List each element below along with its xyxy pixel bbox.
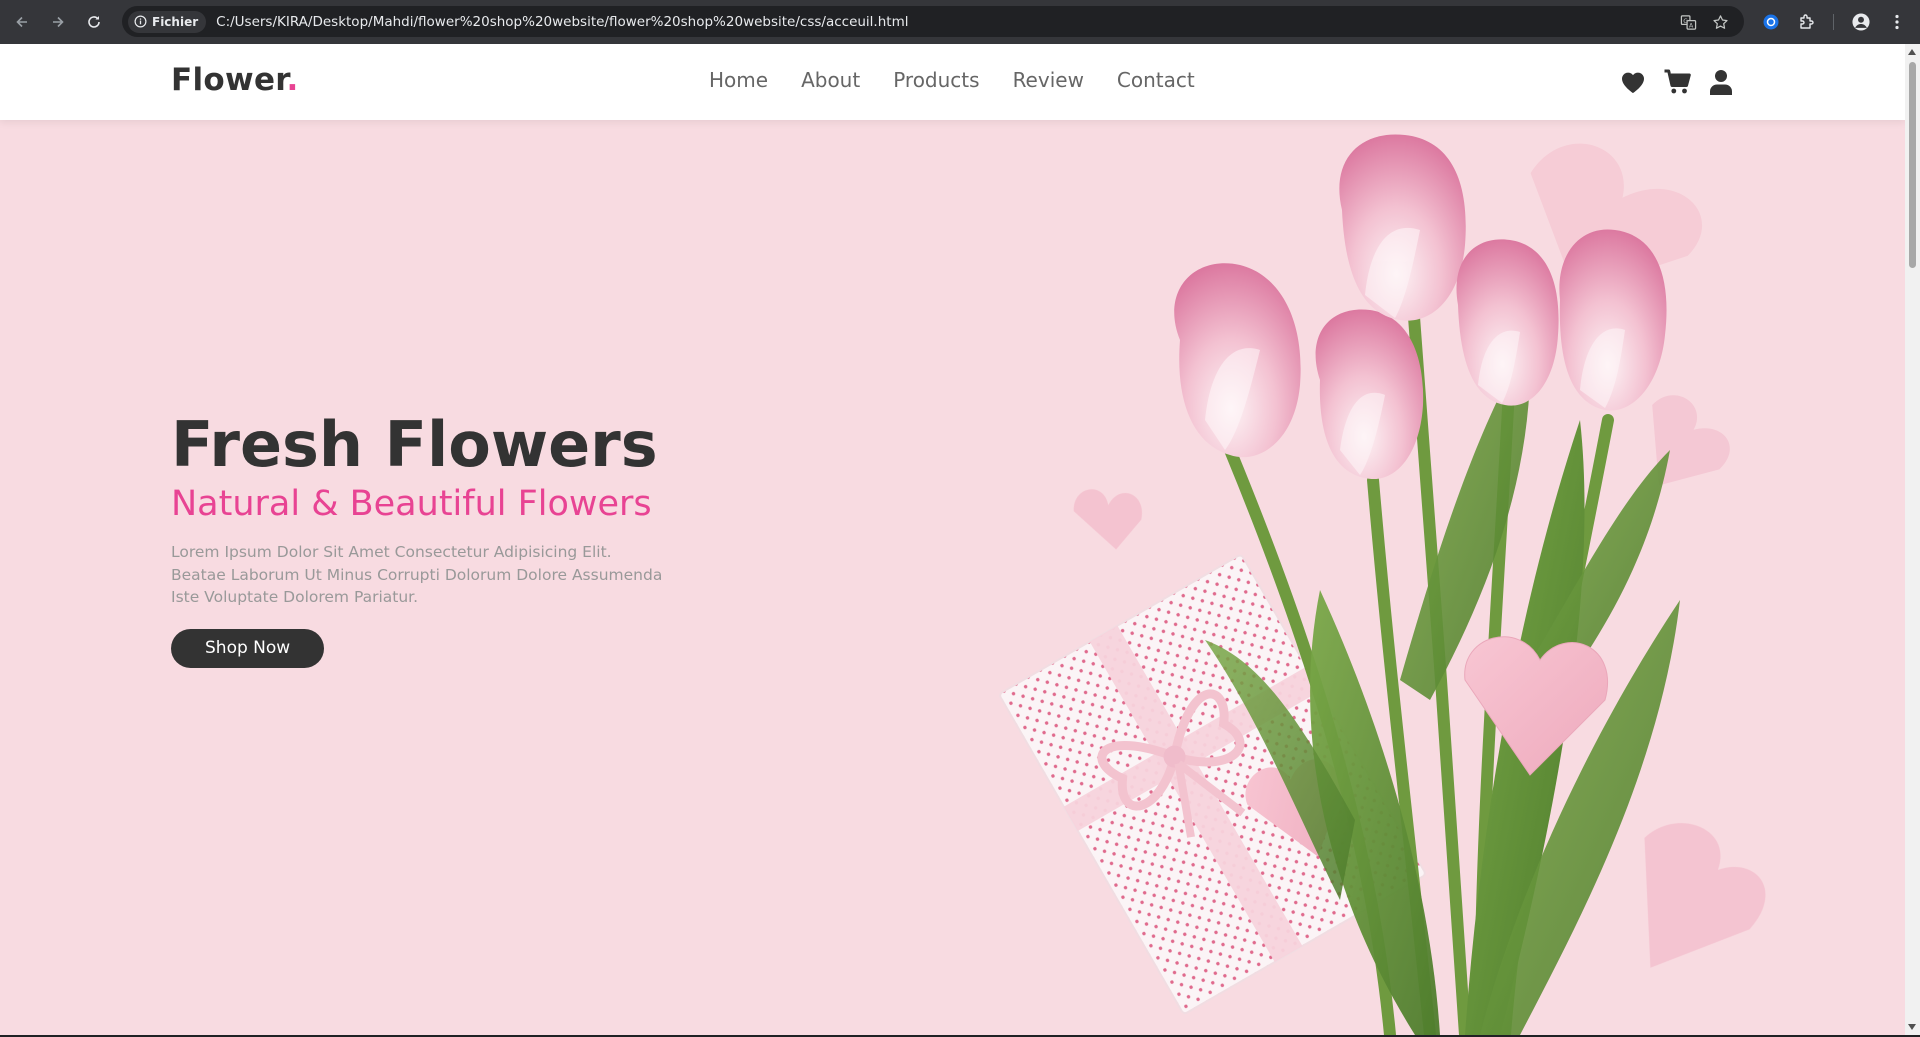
nav-about[interactable]: About (801, 68, 860, 92)
cart-icon[interactable] (1663, 68, 1691, 96)
header-icons (1619, 68, 1735, 96)
nav-home[interactable]: Home (709, 68, 768, 92)
browser-toolbar: Fichier C:/Users/KIRA/Desktop/Mahdi/flow… (0, 0, 1920, 44)
scrollbar-thumb[interactable] (1909, 62, 1916, 268)
logo-dot: . (286, 62, 299, 98)
forward-arrow-icon[interactable] (46, 10, 70, 34)
user-icon[interactable] (1707, 68, 1735, 96)
heart-icon[interactable] (1619, 68, 1647, 96)
back-arrow-icon[interactable] (10, 10, 34, 34)
address-bar[interactable]: Fichier C:/Users/KIRA/Desktop/Mahdi/flow… (122, 6, 1744, 37)
page-scrollbar[interactable] (1905, 44, 1920, 1035)
browser-menu-icon[interactable] (1885, 10, 1909, 34)
reload-icon[interactable] (82, 10, 106, 34)
extensions-puzzle-icon[interactable] (1795, 10, 1819, 34)
hero-subtitle: Natural & Beautiful Flowers (171, 484, 652, 525)
logo-text: Flower (171, 62, 287, 98)
info-icon (134, 15, 147, 28)
site-header: Flower. Home About Products Review Conta… (0, 44, 1905, 120)
nav-products[interactable]: Products (893, 68, 979, 92)
site-info-chip[interactable]: Fichier (128, 10, 207, 33)
profile-avatar-icon[interactable] (1849, 10, 1873, 34)
shop-now-button[interactable]: Shop Now (171, 628, 325, 668)
nav-review[interactable]: Review (1013, 68, 1084, 92)
hero-image (999, 134, 1766, 1035)
hero-title: Fresh Flowers (171, 408, 658, 481)
translate-icon[interactable]: GA (1678, 12, 1698, 32)
bookmark-star-icon[interactable] (1710, 12, 1730, 32)
nav-contact[interactable]: Contact (1117, 68, 1195, 92)
scroll-up-arrow-icon[interactable] (1908, 49, 1916, 55)
toolbar-divider (1833, 14, 1834, 30)
url-text[interactable]: C:/Users/KIRA/Desktop/Mahdi/flower%20sho… (216, 14, 908, 30)
page-viewport: Flower. Home About Products Review Conta… (0, 44, 1905, 1035)
logo[interactable]: Flower. (171, 62, 299, 98)
main-nav: Home About Products Review Contact (709, 68, 1195, 92)
hero-description: Lorem Ipsum Dolor Sit Amet Consectetur A… (171, 543, 663, 607)
hero-content: Fresh Flowers Natural & Beautiful Flower… (171, 408, 731, 668)
scroll-down-arrow-icon[interactable] (1908, 1024, 1916, 1030)
extension-badge-icon[interactable] (1759, 10, 1783, 34)
svg-text:G: G (1683, 17, 1688, 24)
site-chip-label: Fichier (152, 14, 199, 29)
